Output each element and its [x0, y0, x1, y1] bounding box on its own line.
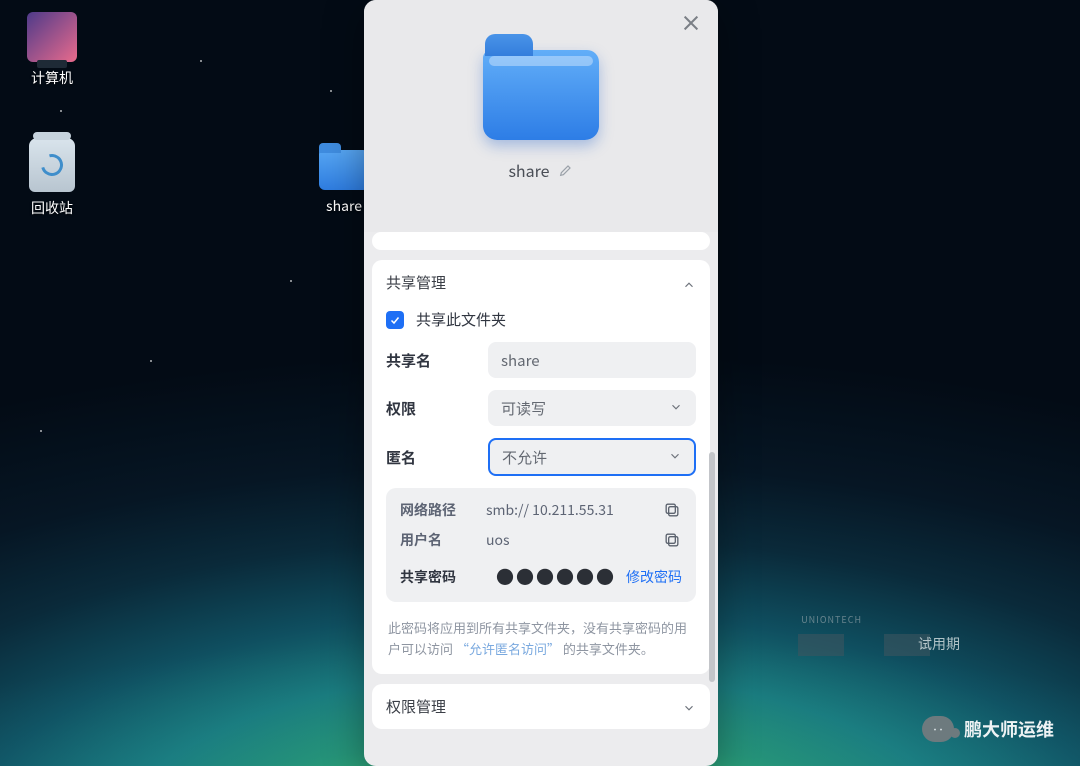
network-path-value: smb:// 10.211.55.31: [486, 500, 654, 520]
computer-icon: [27, 12, 77, 62]
username-label: 用户名: [400, 530, 486, 550]
section-header-share[interactable]: 共享管理: [372, 260, 710, 305]
share-name-input[interactable]: share: [488, 342, 696, 378]
desktop-icon-label: 计算机: [31, 68, 73, 88]
star: [150, 360, 152, 362]
share-checkbox-row[interactable]: 共享此文件夹: [386, 309, 696, 330]
dialog-header: share: [364, 0, 718, 232]
folder-icon: [319, 150, 369, 190]
chevron-down-icon: [668, 447, 682, 468]
section-body-share: 共享此文件夹 共享名 share 权限 可读写 匿名: [372, 305, 710, 674]
scrollbar-thumb[interactable]: [709, 452, 715, 682]
anonymous-select[interactable]: 不允许: [488, 438, 696, 476]
star: [330, 90, 332, 92]
folder-large-icon: [483, 50, 599, 140]
anonymous-value: 不允许: [502, 447, 547, 468]
share-password-masked: ●●●●●●: [496, 564, 616, 590]
hint-quoted: “允许匿名访问”: [456, 639, 560, 658]
permission-label: 权限: [386, 398, 476, 419]
dialog-body: 共享管理 共享此文件夹 共享名 share 权限 可读写: [364, 232, 718, 766]
star: [200, 60, 202, 62]
brand-text: 鹏大师运维: [964, 716, 1054, 742]
permission-row: 权限 可读写: [386, 390, 696, 426]
section-header-permission[interactable]: 权限管理: [372, 684, 710, 729]
share-name-row: 共享名 share: [386, 342, 696, 378]
section-title: 权限管理: [386, 696, 446, 717]
share-password-row: 共享密码 ●●●●●● 修改密码: [400, 564, 682, 590]
wechat-bubble-icon: ‥: [922, 716, 954, 742]
chevron-down-icon: [682, 699, 696, 713]
network-info-grid: 网络路径 smb:// 10.211.55.31 用户名 uos: [400, 500, 682, 550]
folder-name-text: share: [508, 158, 549, 182]
change-password-link[interactable]: 修改密码: [626, 567, 682, 587]
desktop-icon-trash[interactable]: 回收站: [12, 138, 92, 218]
network-info-block: 网络路径 smb:// 10.211.55.31 用户名 uos 共享密码 ●●…: [386, 488, 696, 602]
edit-name-icon[interactable]: [558, 162, 574, 178]
checkbox-checked-icon[interactable]: [386, 311, 404, 329]
section-spacer: [372, 232, 710, 250]
folder-name-row: share: [508, 158, 573, 182]
chevron-down-icon: [669, 398, 683, 419]
star: [60, 110, 62, 112]
section-share-management: 共享管理 共享此文件夹 共享名 share 权限 可读写: [372, 260, 710, 674]
trash-icon: [29, 138, 75, 192]
star: [40, 430, 42, 432]
close-icon[interactable]: [682, 14, 700, 32]
brand-watermark: ‥ 鹏大师运维: [922, 716, 1054, 742]
username-value: uos: [486, 530, 654, 550]
checkbox-label: 共享此文件夹: [416, 309, 506, 330]
chevron-up-icon: [682, 276, 696, 290]
folder-properties-dialog: share 共享管理 共享此文件夹 共享名 share: [364, 0, 718, 766]
star: [290, 280, 292, 282]
copy-icon[interactable]: [662, 500, 682, 520]
share-password-label: 共享密码: [400, 567, 486, 587]
desktop-icon-label: share: [326, 196, 362, 216]
desktop-icon-computer[interactable]: 计算机: [12, 12, 92, 88]
section-title: 共享管理: [386, 272, 446, 293]
uniontech-watermark: UNIONTECH: [801, 613, 862, 626]
permission-value: 可读写: [501, 398, 546, 419]
section-permission-management: 权限管理: [372, 684, 710, 729]
network-path-label: 网络路径: [400, 500, 486, 520]
desktop-icon-label: 回收站: [31, 198, 73, 218]
share-name-label: 共享名: [386, 350, 476, 371]
share-name-value: share: [501, 350, 540, 371]
trial-period-text: 试用期: [918, 634, 960, 654]
copy-icon[interactable]: [662, 530, 682, 550]
hint-suffix: 的共享文件夹。: [563, 639, 654, 658]
anonymous-row: 匿名 不允许: [386, 438, 696, 476]
permission-select[interactable]: 可读写: [488, 390, 696, 426]
watermark-blocks: [798, 634, 930, 656]
password-hint: 此密码将应用到所有共享文件夹，没有共享密码的用户可以访问 “允许匿名访问” 的共…: [386, 618, 696, 660]
anonymous-label: 匿名: [386, 447, 476, 468]
